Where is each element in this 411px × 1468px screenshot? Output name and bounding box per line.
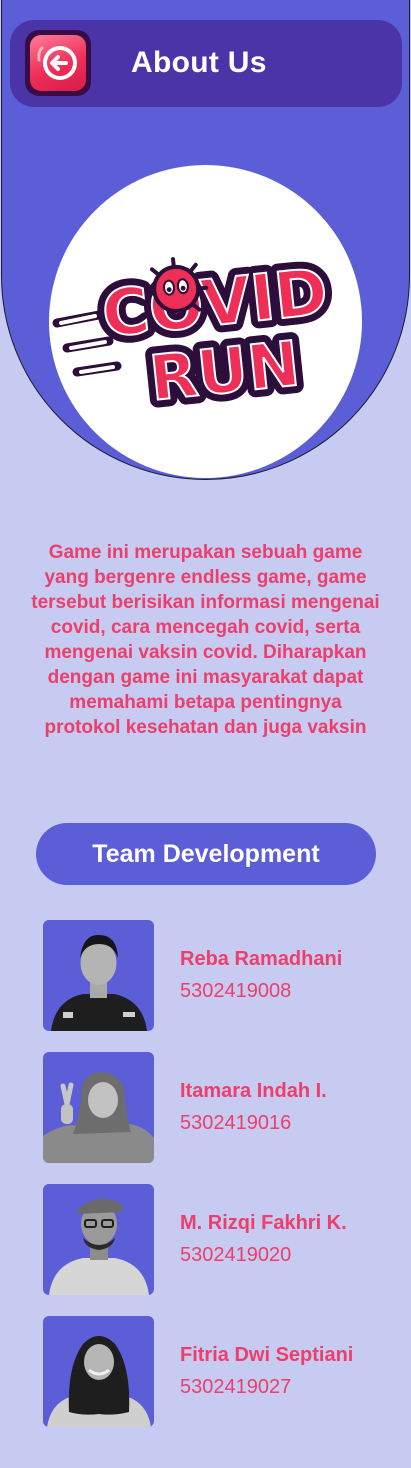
member-name: Itamara Indah I. [180,1080,327,1102]
header-bar: About Us [10,20,402,107]
member-id: 5302419008 [180,980,292,1002]
arrow-left-icon [37,46,77,80]
page-title: About Us [131,46,267,79]
member-photo [43,1052,154,1163]
member-id: 5302419016 [180,1112,292,1134]
member-photo [43,1184,154,1295]
member-name: M. Rizqi Fakhri K. [180,1212,347,1234]
member-id: 5302419027 [180,1376,292,1398]
svg-text:RUN: RUN [146,327,303,415]
game-description: Game ini merupakan sebuah game yang berg… [31,542,380,738]
team-member-card: Reba Ramadhani 5302419008 [43,920,393,1031]
member-name: Reba Ramadhani [180,948,343,970]
team-development-heading: Team Development [36,823,376,885]
member-photo [43,920,154,1031]
member-name: Fitria Dwi Septiani [180,1344,354,1366]
team-member-card: M. Rizqi Fakhri K. 5302419020 [43,1184,393,1295]
team-member-card: Itamara Indah I. 5302419016 [43,1052,393,1163]
team-member-card: Fitria Dwi Septiani 5302419027 [43,1316,393,1427]
member-photo [43,1316,154,1427]
back-button[interactable] [25,30,91,96]
game-logo: COVID COVID RUN RUN [49,165,362,478]
member-id: 5302419020 [180,1244,292,1266]
